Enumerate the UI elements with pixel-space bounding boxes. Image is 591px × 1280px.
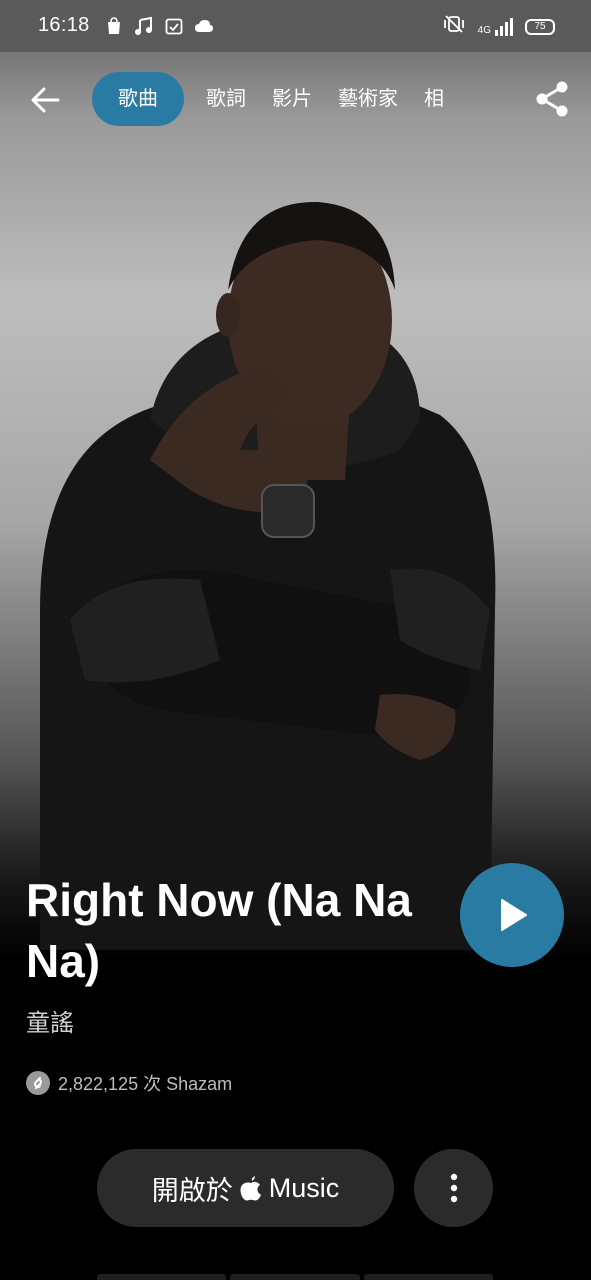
status-bar: 16:18 4G 75	[0, 0, 591, 52]
tab-songs[interactable]: 歌曲	[92, 72, 184, 126]
network-type: 4G	[477, 24, 491, 36]
battery-icon: 75	[525, 18, 555, 35]
music-note-icon	[134, 16, 154, 36]
tab-related[interactable]: 相	[420, 72, 448, 126]
shopping-bag-icon	[104, 16, 124, 36]
calendar-check-icon	[164, 16, 184, 36]
song-title: Right Now (Na Na Na)	[26, 874, 412, 987]
service-name: Music	[268, 1172, 340, 1203]
tab-artist[interactable]: 藝術家	[334, 72, 402, 126]
signal-icon: 4G	[477, 17, 513, 36]
system-icons: 4G 75	[442, 14, 555, 39]
card-preview	[363, 1274, 493, 1280]
play-button[interactable]	[460, 863, 564, 967]
status-time: 16:18	[38, 14, 90, 36]
top-navigation: 歌曲 歌詞 影片 藝術家 相	[0, 60, 591, 140]
share-icon[interactable]	[534, 80, 570, 118]
bottom-cards-strip	[97, 1274, 493, 1280]
open-in-apple-music-button[interactable]: 開啟於 Music	[97, 1149, 394, 1227]
artist-image	[40, 201, 496, 950]
open-in-label: 開啟於	[151, 1175, 233, 1206]
tab-bar: 歌曲 歌詞 影片 藝術家 相	[92, 72, 520, 126]
tab-lyrics[interactable]: 歌詞	[202, 72, 250, 126]
shazam-logo-icon	[26, 1071, 50, 1095]
vibrate-icon	[442, 14, 466, 39]
shazam-count-row: 2,822,125 次 Shazam	[26, 1070, 232, 1096]
song-artist[interactable]: 童謠	[26, 1003, 74, 1038]
back-arrow-icon[interactable]	[28, 82, 64, 118]
shazam-count: 2,822,125 次 Shazam	[58, 1074, 233, 1094]
apple-logo-icon	[240, 1176, 261, 1201]
play-icon	[501, 899, 527, 931]
more-vertical-icon	[450, 1173, 457, 1203]
card-preview	[97, 1274, 227, 1280]
tab-videos[interactable]: 影片	[268, 72, 316, 126]
notification-icons	[104, 16, 214, 36]
more-options-button[interactable]	[414, 1149, 493, 1227]
card-preview	[230, 1274, 360, 1280]
cloud-icon	[194, 16, 214, 36]
